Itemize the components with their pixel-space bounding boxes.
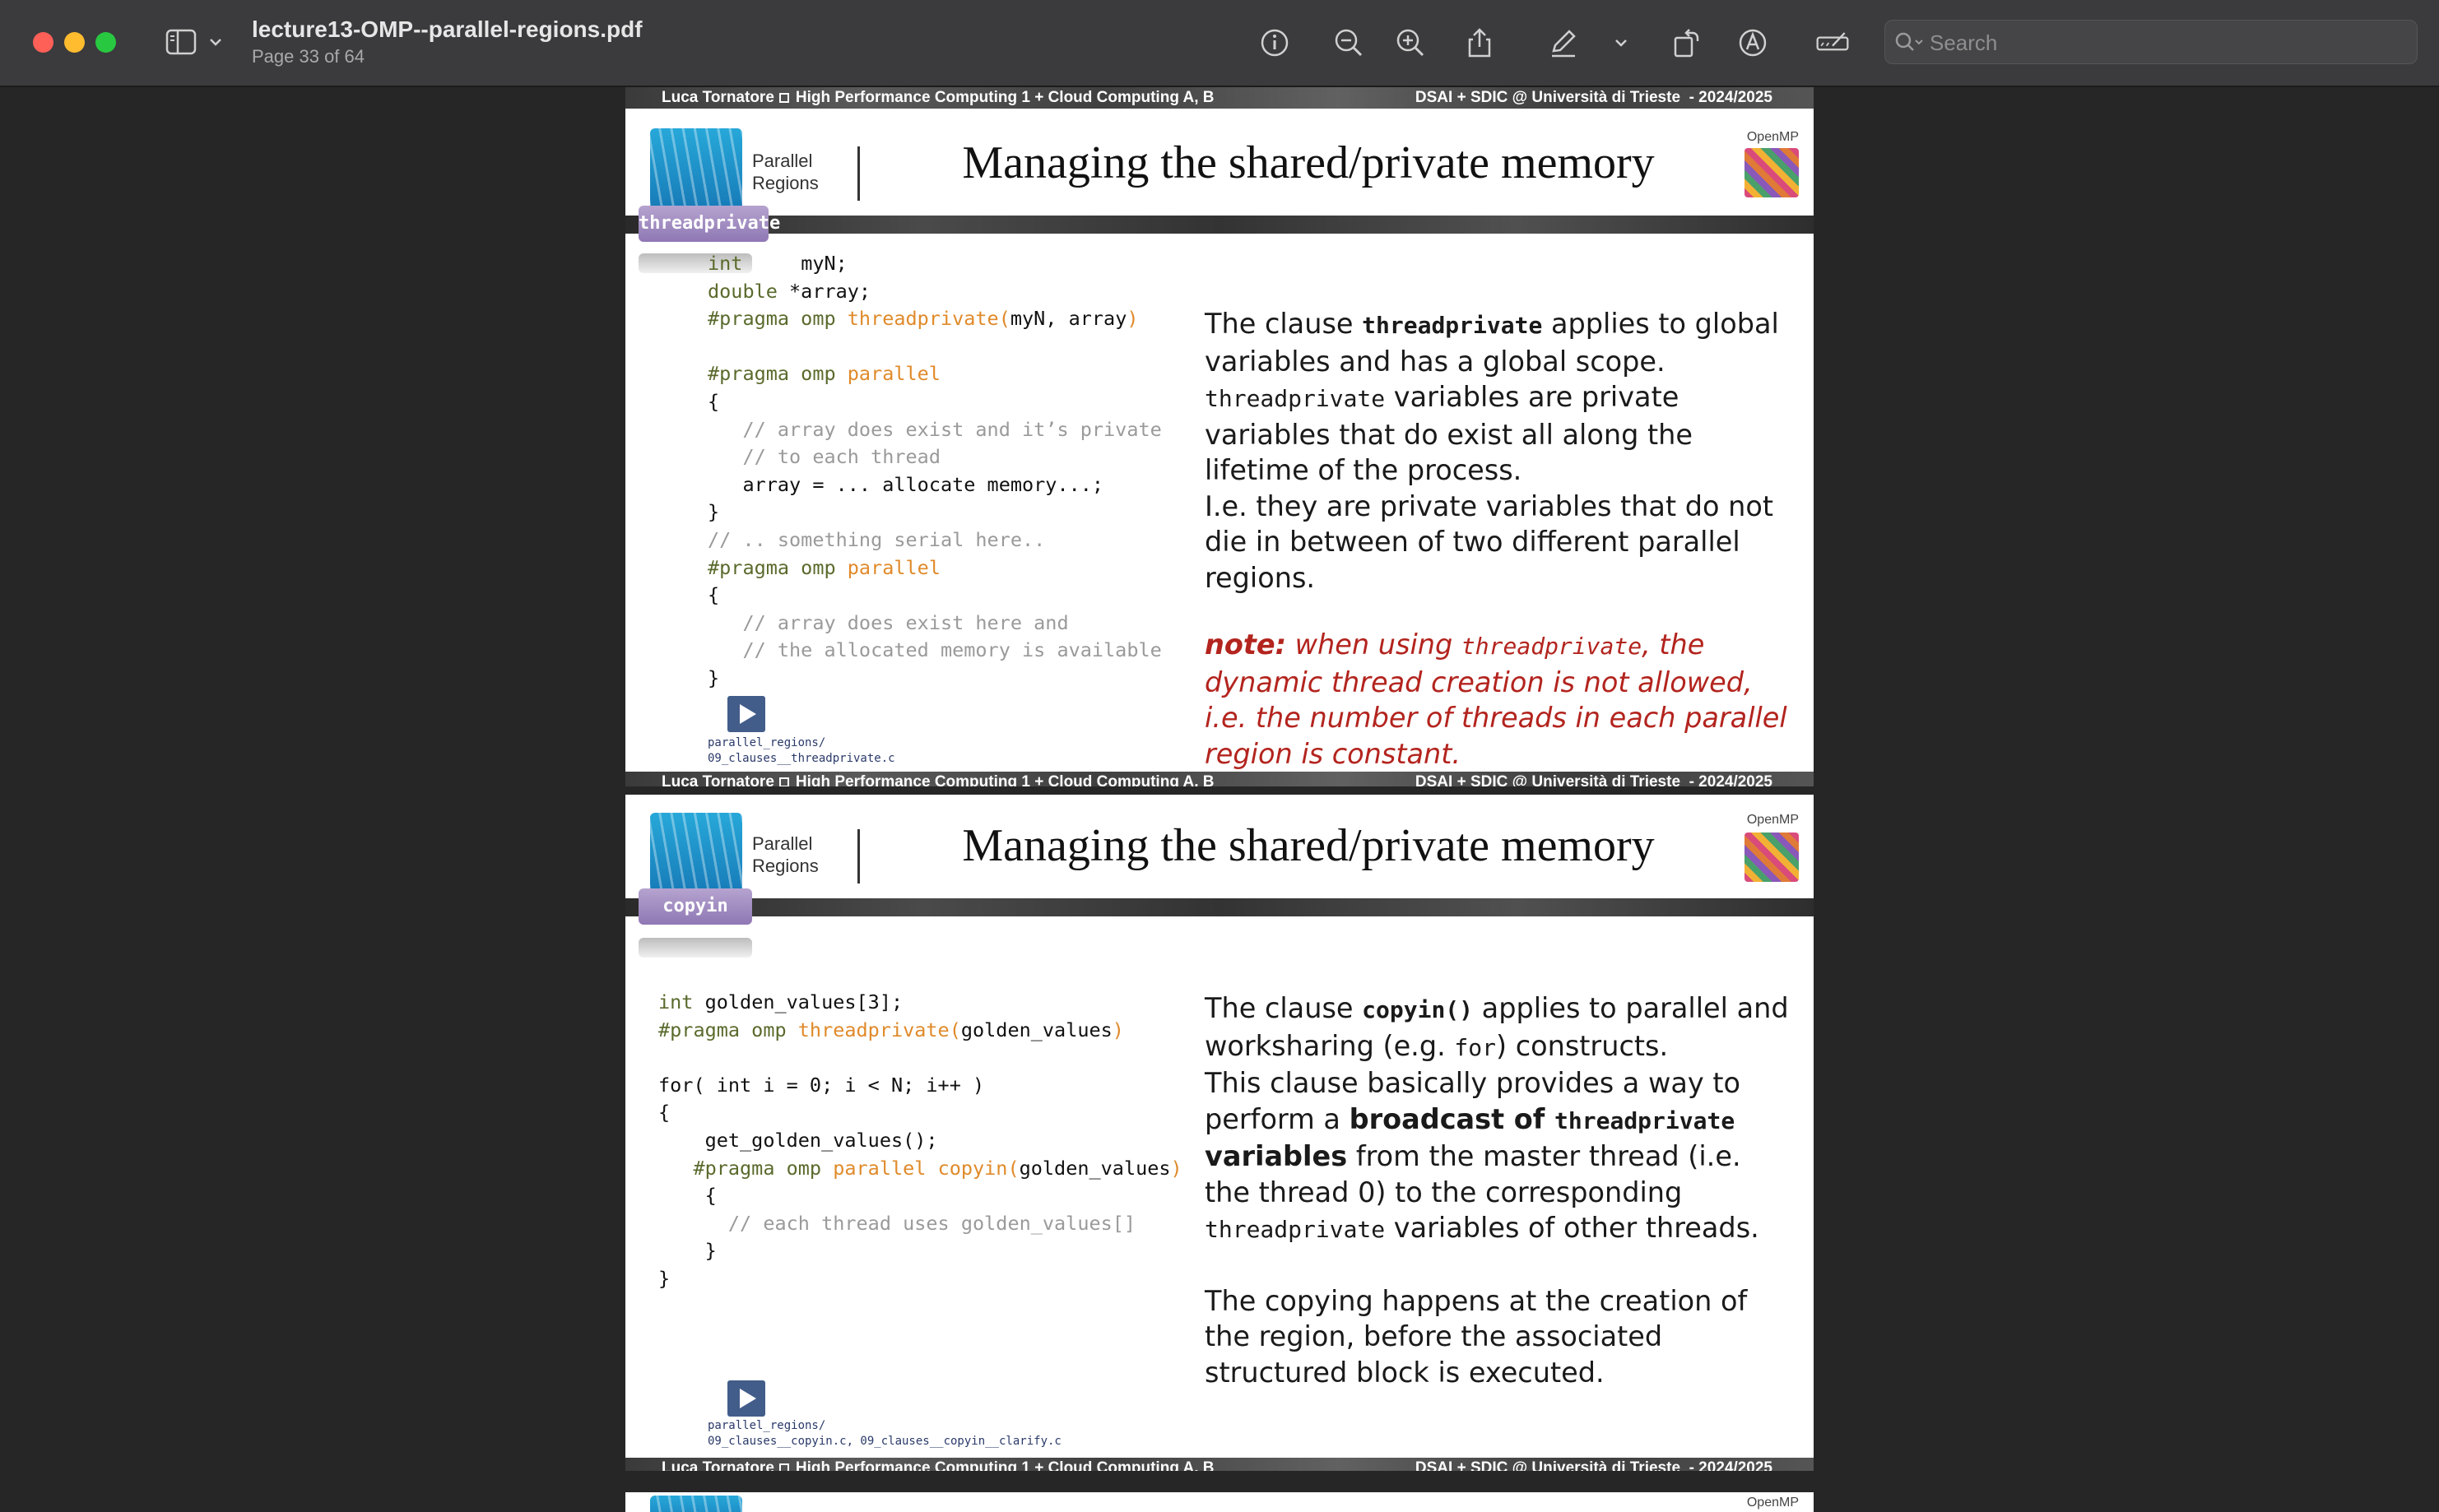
example-path: parallel_regions/09_clauses__copyin.c, 0… bbox=[708, 1419, 1062, 1448]
form-fill-icon bbox=[1816, 32, 1849, 51]
info-icon bbox=[1261, 29, 1289, 57]
search-icon bbox=[1895, 32, 1923, 51]
search-input[interactable] bbox=[1928, 27, 2409, 58]
openmp-label: OpenMP bbox=[1746, 130, 1799, 144]
openmp-label: OpenMP bbox=[1746, 813, 1799, 827]
markup-button[interactable] bbox=[1545, 25, 1582, 61]
sidebar-toggle-button[interactable] bbox=[165, 28, 230, 58]
note-text: note: when using threadprivate, the dyna… bbox=[1205, 628, 1787, 770]
parallel-regions-logo bbox=[650, 128, 742, 214]
slide-title: Managing the shared/private memory bbox=[962, 820, 1655, 871]
slide-title: Managing the shared/private memory bbox=[962, 137, 1655, 188]
window-toolbar: lecture13-OMP--parallel-regions.pdf Page… bbox=[0, 0, 2439, 87]
annotate-icon bbox=[1739, 29, 1767, 57]
parallel-regions-logo bbox=[650, 813, 742, 898]
markup-options-button[interactable] bbox=[1603, 25, 1639, 61]
section-label: Parallel Regions bbox=[752, 151, 819, 193]
page-indicator: Page 33 of 64 bbox=[252, 46, 365, 67]
slide-footer-strip: Luca Tornatore High Performance Computing… bbox=[625, 1458, 1814, 1471]
code-block: int myN; double *array; #pragma omp thre… bbox=[708, 252, 1162, 689]
title-divider bbox=[857, 146, 860, 201]
tag-shadow bbox=[639, 938, 752, 958]
footer-author: Luca Tornatore bbox=[662, 89, 774, 106]
footer-affiliation: DSAI + SDIC @ Università di Trieste bbox=[1415, 89, 1681, 106]
minimize-window-button[interactable] bbox=[64, 32, 85, 53]
info-button[interactable] bbox=[1257, 25, 1293, 61]
footer-year: - 2024/2025 bbox=[1689, 89, 1772, 106]
chevron-down-icon bbox=[210, 39, 221, 46]
share-button[interactable] bbox=[1461, 25, 1498, 61]
slide-header-strip: Luca Tornatore High Performance Computing… bbox=[625, 87, 1814, 109]
chevron-down-icon bbox=[1615, 39, 1627, 47]
zoom-in-icon bbox=[1396, 29, 1424, 57]
zoom-out-icon bbox=[1335, 29, 1363, 57]
slide-footer-strip: Luca Tornatore High Performance Computing… bbox=[625, 772, 1814, 786]
openmp-label: OpenMP bbox=[1746, 1496, 1799, 1510]
code-block: int golden_values[3]; #pragma omp thread… bbox=[658, 990, 1182, 1290]
share-icon bbox=[1468, 28, 1491, 58]
title-band bbox=[625, 898, 1814, 916]
play-example-button[interactable] bbox=[727, 1380, 765, 1417]
explanation-text: The clause threadprivate applies to glob… bbox=[1205, 308, 1779, 594]
openmp-logo bbox=[1744, 833, 1799, 882]
zoom-out-button[interactable] bbox=[1331, 25, 1367, 61]
example-path: parallel_regions/09_clauses__threadpriva… bbox=[708, 736, 895, 765]
rotate-button[interactable] bbox=[1668, 25, 1704, 61]
slide-copyin: Parallel Regions Managing the shared/priv… bbox=[625, 795, 1814, 1471]
search-field[interactable] bbox=[1884, 20, 2418, 64]
clause-tag: threadprivate bbox=[639, 206, 780, 242]
markup-pen-icon bbox=[1552, 30, 1576, 58]
section-label: Parallel Regions bbox=[752, 833, 819, 876]
slide-threadprivate: Luca Tornatore High Performance Computing… bbox=[625, 87, 1814, 786]
zoom-in-button[interactable] bbox=[1392, 25, 1429, 61]
zoom-window-button[interactable] bbox=[95, 32, 116, 53]
form-fill-button[interactable] bbox=[1814, 25, 1854, 61]
title-band bbox=[625, 216, 1814, 234]
parallel-regions-logo bbox=[650, 1496, 742, 1512]
rotate-icon bbox=[1674, 29, 1699, 58]
explanation-text: The clause copyin() applies to parallel … bbox=[1205, 992, 1789, 1389]
play-example-button[interactable] bbox=[727, 696, 765, 732]
footer-course: High Performance Computing 1 + Cloud Com… bbox=[795, 89, 1215, 106]
sidebar-icon bbox=[165, 29, 221, 55]
title-divider bbox=[857, 829, 860, 884]
close-window-button[interactable] bbox=[33, 32, 53, 53]
clause-tag: copyin bbox=[639, 888, 752, 925]
slide-next-partial: OpenMP bbox=[625, 1492, 1814, 1512]
document-title: lecture13-OMP--parallel-regions.pdf bbox=[252, 16, 643, 42]
openmp-logo bbox=[1744, 148, 1799, 197]
annotate-button[interactable] bbox=[1735, 25, 1771, 61]
